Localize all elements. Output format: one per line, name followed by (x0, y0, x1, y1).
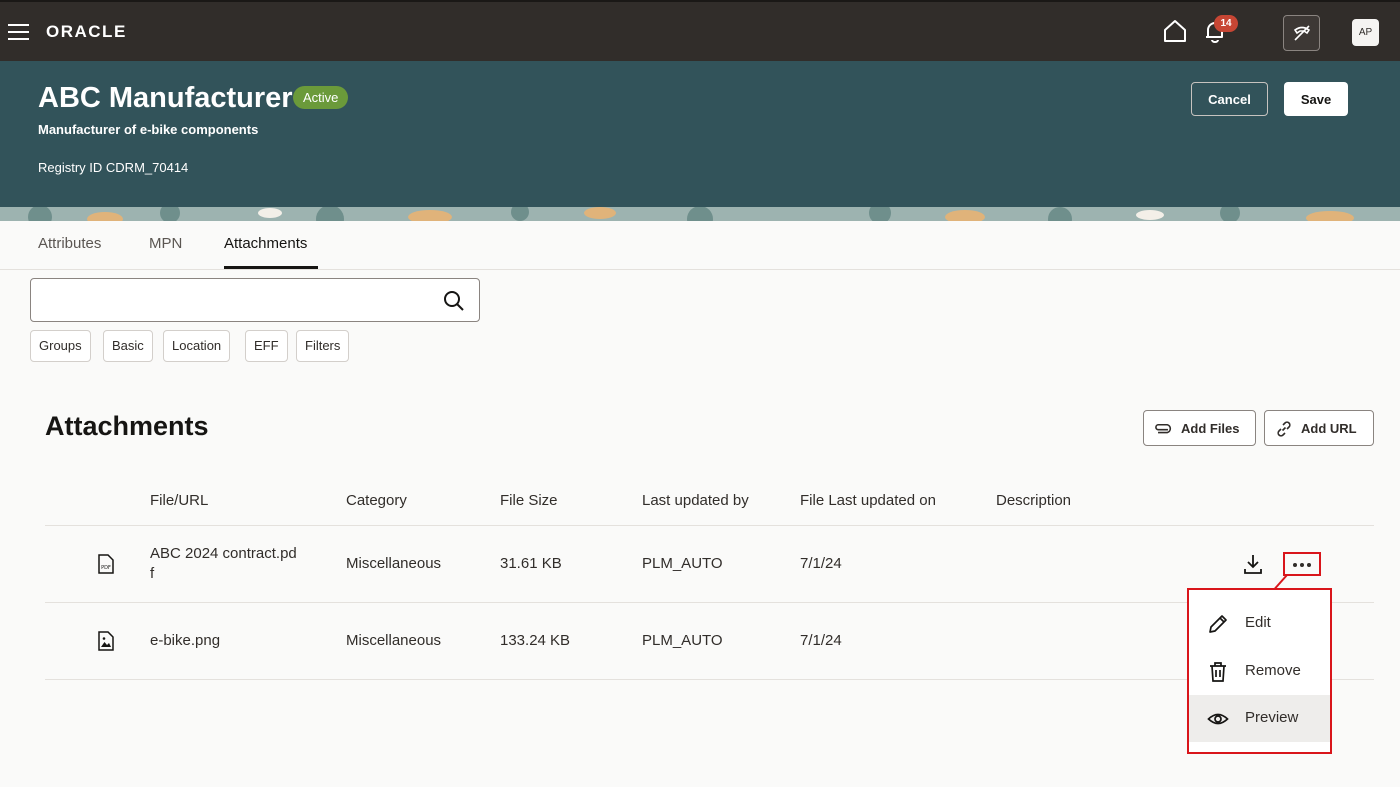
tab-attachments[interactable]: Attachments (224, 235, 307, 252)
menu-icon[interactable] (8, 24, 29, 40)
oracle-logo: ORACLE (46, 22, 127, 41)
avatar[interactable]: AP (1352, 19, 1379, 46)
updated-on-cell: 7/1/24 (800, 555, 842, 572)
page-title: ABC Manufacturer (38, 82, 293, 114)
search-input[interactable] (30, 278, 480, 322)
top-navigation-bar: ORACLE 14 AP (0, 0, 1400, 61)
tab-bar: Attributes MPN Attachments (0, 221, 1400, 270)
cancel-button[interactable]: Cancel (1191, 82, 1268, 116)
size-cell: 31.61 KB (500, 555, 562, 572)
column-header-file[interactable]: File/URL (150, 492, 208, 509)
divider (45, 525, 1374, 526)
category-cell: Miscellaneous (346, 555, 442, 572)
section-title: Attachments (45, 411, 209, 441)
link-icon (1277, 421, 1291, 437)
svg-text:PDF: PDF (101, 565, 111, 571)
divider (45, 679, 1374, 680)
image-file-icon (98, 631, 114, 651)
filter-chip-eff[interactable]: EFF (245, 330, 288, 362)
column-header-updated-by[interactable]: Last updated by (642, 492, 749, 509)
pencil-icon (1209, 615, 1227, 633)
add-url-button[interactable]: Add URL (1264, 410, 1374, 446)
column-header-size[interactable]: File Size (500, 492, 558, 509)
column-header-updated-on[interactable]: File Last updated on (800, 492, 936, 509)
category-cell: Miscellaneous (346, 632, 442, 649)
divider (45, 602, 1374, 603)
download-icon[interactable] (1241, 552, 1265, 576)
eye-icon (1207, 713, 1229, 725)
file-name[interactable]: ABC 2024 contract.pd (150, 545, 297, 562)
status-badge: Active (293, 86, 349, 109)
updated-by-cell: PLM_AUTO (642, 632, 723, 649)
column-header-category[interactable]: Category (346, 492, 407, 509)
menu-item-remove[interactable]: Remove (1189, 648, 1330, 695)
more-actions-button[interactable] (1283, 552, 1321, 576)
tab-mpn[interactable]: MPN (149, 235, 182, 252)
sign-off-button[interactable] (1283, 15, 1320, 51)
tab-attributes[interactable]: Attributes (38, 235, 101, 252)
filter-chip-groups[interactable]: Groups (30, 330, 91, 362)
updated-by-cell: PLM_AUTO (642, 555, 723, 572)
menu-item-edit[interactable]: Edit (1189, 600, 1330, 647)
menu-item-preview[interactable]: Preview (1189, 695, 1330, 742)
actions-menu: Edit Remove Preview (1187, 588, 1332, 754)
active-tab-indicator (224, 266, 318, 269)
column-header-description[interactable]: Description (996, 492, 1071, 509)
page-subtitle: Manufacturer of e-bike components (38, 122, 259, 137)
filter-chip-location[interactable]: Location (163, 330, 231, 362)
pdf-file-icon: PDF (98, 554, 114, 574)
filter-chip-filters[interactable]: Filters (296, 330, 350, 362)
trash-icon (1210, 662, 1226, 682)
file-name[interactable]: e-bike.png (150, 632, 220, 649)
save-button[interactable]: Save (1284, 82, 1348, 116)
search-icon[interactable] (442, 289, 466, 313)
file-name-wrap[interactable]: f (150, 565, 154, 582)
notification-badge: 14 (1214, 15, 1238, 32)
home-icon[interactable] (1162, 18, 1188, 44)
paperclip-icon (1155, 423, 1172, 434)
sign-off-icon (1293, 25, 1311, 41)
updated-on-cell: 7/1/24 (800, 632, 842, 649)
add-files-button[interactable]: Add Files (1143, 410, 1256, 446)
size-cell: 133.24 KB (500, 632, 571, 649)
filter-chip-basic[interactable]: Basic (103, 330, 153, 362)
decorative-banner-pattern (0, 207, 1400, 221)
page-header: ABC Manufacturer Active Manufacturer of … (0, 61, 1400, 221)
registry-id: Registry ID CDRM_70414 (38, 160, 189, 175)
